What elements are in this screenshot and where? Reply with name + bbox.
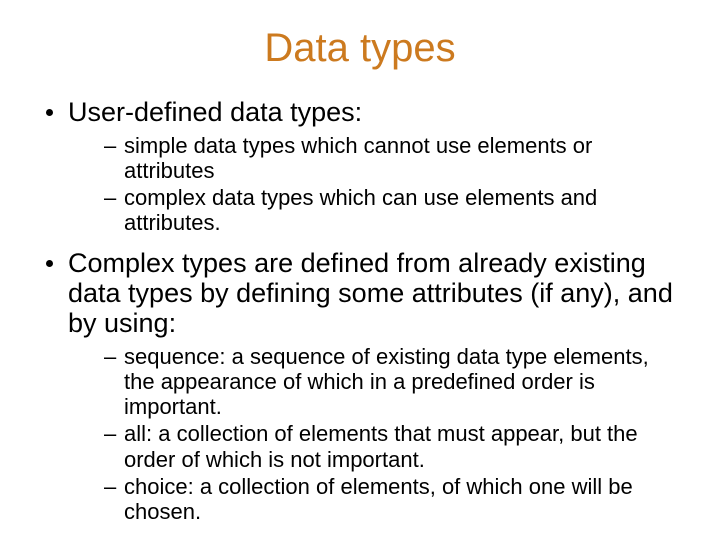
sub-list-item-text: sequence: a sequence of existing data ty… <box>124 344 680 419</box>
slide-title: Data types <box>40 26 680 71</box>
sub-list-item: all: a collection of elements that must … <box>68 421 680 471</box>
sub-list: sequence: a sequence of existing data ty… <box>68 344 680 524</box>
sub-list-item: sequence: a sequence of existing data ty… <box>68 344 680 419</box>
list-item: User-defined data types: simple data typ… <box>40 97 680 236</box>
sub-list-item: choice: a collection of elements, of whi… <box>68 474 680 524</box>
sub-list-item-text: choice: a collection of elements, of whi… <box>124 474 680 524</box>
bullet-list: User-defined data types: simple data typ… <box>40 97 680 524</box>
sub-list-item-text: simple data types which cannot use eleme… <box>124 133 680 183</box>
sub-list-item-text: all: a collection of elements that must … <box>124 421 680 471</box>
list-item: Complex types are defined from already e… <box>40 248 680 524</box>
list-item-text: User-defined data types: <box>68 97 362 127</box>
sub-list-item: simple data types which cannot use eleme… <box>68 133 680 183</box>
sub-list: simple data types which cannot use eleme… <box>68 133 680 235</box>
slide: Data types User-defined data types: simp… <box>0 0 720 540</box>
list-item-text: Complex types are defined from already e… <box>68 248 673 338</box>
sub-list-item: complex data types which can use element… <box>68 185 680 235</box>
sub-list-item-text: complex data types which can use element… <box>124 185 680 235</box>
